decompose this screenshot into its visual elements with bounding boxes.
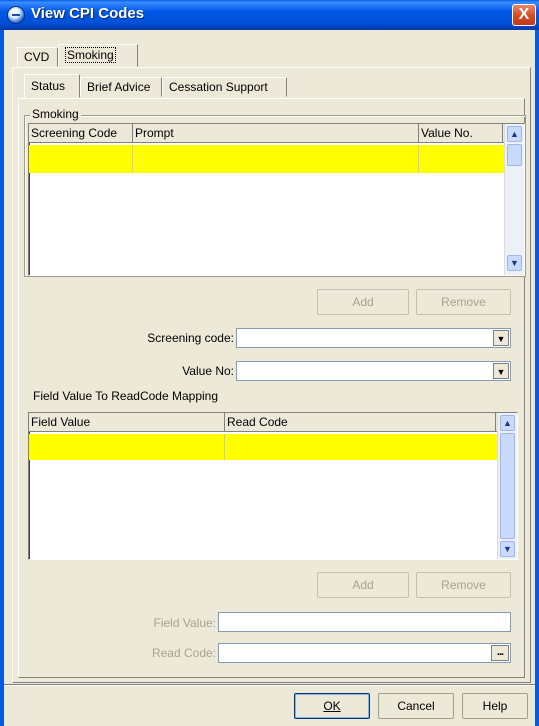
mapping-grid-scrollbar[interactable]: ▲ ▼	[497, 413, 517, 559]
smoking-grid-scrollbar[interactable]: ▲ ▼	[504, 124, 524, 275]
window-frame-left	[0, 30, 4, 726]
tab-smoking[interactable]: Smoking	[58, 44, 138, 67]
ok-label: OK	[323, 699, 341, 713]
remove-screening-button[interactable]: Remove	[416, 289, 511, 315]
screening-code-label: Screening code:	[147, 331, 234, 345]
window-title: View CPI Codes	[31, 5, 145, 22]
column-header-prompt[interactable]: Prompt	[133, 124, 419, 143]
read-code-input[interactable]: ...	[218, 643, 511, 663]
screening-code-combo[interactable]: ▼	[236, 328, 511, 348]
field-value-label: Field Value:	[153, 616, 216, 630]
scroll-thumb[interactable]	[500, 433, 515, 539]
column-header-value-no[interactable]: Value No.	[419, 124, 503, 143]
tab-cvd[interactable]: CVD	[17, 47, 58, 67]
tab-cessation-support[interactable]: Cessation Support	[162, 77, 287, 97]
tab-cessation-support-label: Cessation Support	[169, 80, 268, 94]
add-screening-button[interactable]: Add	[317, 289, 409, 315]
browse-read-code-button[interactable]: ...	[491, 645, 509, 661]
tab-brief-advice[interactable]: Brief Advice	[80, 77, 162, 97]
column-header-field-value[interactable]: Field Value	[29, 413, 225, 432]
scroll-down-icon[interactable]: ▼	[500, 541, 515, 557]
close-button[interactable]: X	[512, 4, 536, 26]
help-button[interactable]: Help	[462, 693, 528, 719]
cancel-button[interactable]: Cancel	[378, 693, 454, 719]
tab-cvd-label: CVD	[24, 50, 50, 64]
tab-status[interactable]: Status	[24, 74, 80, 98]
mapping-grid-header: Field Value Read Code	[29, 413, 497, 432]
value-no-combo[interactable]: ▼	[236, 361, 511, 381]
tab-smoking-label: Smoking	[65, 47, 116, 63]
column-separator	[224, 434, 225, 460]
read-code-label: Read Code:	[151, 646, 216, 660]
column-separator	[418, 145, 419, 173]
field-value-input[interactable]	[218, 612, 511, 632]
value-no-label: Value No:	[182, 364, 234, 378]
smoking-grid-header: Screening Code Prompt Value No.	[29, 124, 504, 143]
smoking-grid[interactable]: Screening Code Prompt Value No. ▲ ▼	[28, 123, 525, 276]
mapping-title: Field Value To ReadCode Mapping	[33, 389, 219, 403]
tab-brief-advice-label: Brief Advice	[87, 80, 151, 94]
add-mapping-button[interactable]: Add	[317, 572, 409, 598]
cancel-label: Cancel	[397, 699, 435, 713]
scroll-thumb[interactable]	[507, 144, 522, 166]
column-separator	[132, 145, 133, 173]
scroll-down-icon[interactable]: ▼	[507, 255, 522, 271]
column-header-read-code[interactable]: Read Code	[225, 413, 496, 432]
column-header-screening-code[interactable]: Screening Code	[29, 124, 133, 143]
remove-mapping-button[interactable]: Remove	[416, 572, 511, 598]
chevron-down-icon[interactable]: ▼	[493, 330, 509, 346]
help-label: Help	[482, 699, 508, 713]
dialog-footer	[4, 684, 535, 726]
app-icon	[7, 6, 25, 24]
tab-status-label: Status	[31, 79, 66, 93]
scroll-up-icon[interactable]: ▲	[500, 415, 515, 431]
scroll-up-icon[interactable]: ▲	[507, 126, 522, 142]
window-frame-right[interactable]	[535, 30, 539, 726]
chevron-down-icon[interactable]: ▼	[493, 363, 509, 379]
smoking-grid-selected-row[interactable]	[29, 145, 504, 173]
mapping-grid-selected-row[interactable]	[29, 434, 497, 460]
ok-button[interactable]: OK	[294, 693, 370, 719]
mapping-grid[interactable]: Field Value Read Code ▲ ▼	[28, 412, 518, 560]
smoking-group-legend: Smoking	[30, 107, 81, 121]
